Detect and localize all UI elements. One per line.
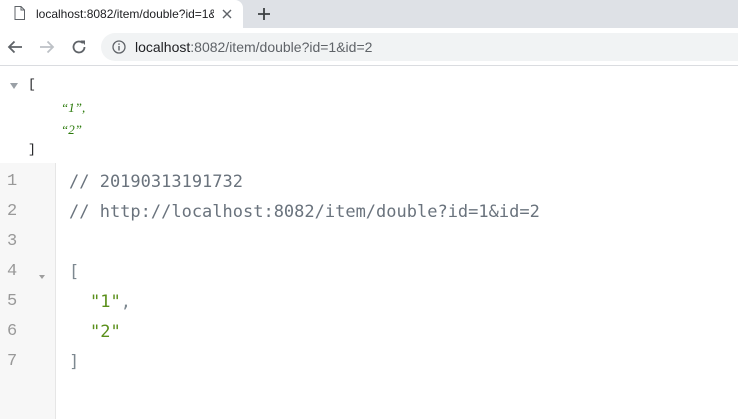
- code-line-string: "1",: [90, 287, 131, 317]
- line-number: 3: [7, 232, 18, 251]
- json-string: "1": [90, 292, 121, 312]
- url-path: :8082/item/double?id=1&id=2: [190, 39, 373, 55]
- plus-icon[interactable]: [254, 4, 274, 24]
- browser-tab[interactable]: localhost:8082/item/double?id=1&id=2: [0, 0, 243, 28]
- raw-item: “1”,: [61, 100, 86, 115]
- fold-arrow-icon[interactable]: [38, 268, 46, 279]
- line-number: 1: [7, 172, 18, 191]
- line-number: 7: [7, 352, 18, 371]
- raw-close-bracket: ]: [28, 142, 36, 157]
- code-editor[interactable]: 1 2 3 4 5 6 7 // 20190313191732 // http:…: [0, 163, 738, 419]
- tab-strip: localhost:8082/item/double?id=1&id=2: [0, 0, 738, 28]
- line-gutter: 1 2 3 4 5 6 7: [0, 163, 56, 419]
- line-number: 2: [7, 202, 18, 221]
- browser-toolbar: localhost:8082/item/double?id=1&id=2: [0, 28, 738, 66]
- tab-title: localhost:8082/item/double?id=1&id=2: [36, 7, 214, 21]
- json-comma: ,: [120, 292, 131, 312]
- code-line-close-bracket: ]: [69, 352, 80, 372]
- code-line-comment: // http://localhost:8082/item/double?id=…: [69, 202, 540, 222]
- code-line-comment: // 20190313191732: [69, 172, 243, 192]
- url-host: localhost: [135, 39, 191, 55]
- address-bar[interactable]: localhost:8082/item/double?id=1&id=2: [101, 33, 738, 61]
- raw-item: “2”: [61, 122, 82, 137]
- triangle-down-icon[interactable]: [9, 80, 19, 90]
- json-string: "2": [90, 322, 121, 342]
- info-icon[interactable]: [112, 40, 126, 54]
- document-icon: [14, 6, 25, 20]
- reload-icon[interactable]: [69, 37, 89, 57]
- raw-open-bracket: [: [28, 77, 36, 92]
- arrow-right-icon[interactable]: [37, 37, 57, 57]
- line-number: 4: [7, 262, 18, 281]
- raw-json-view: [ “1”, “2” ]: [0, 72, 738, 162]
- close-icon[interactable]: [219, 6, 235, 22]
- line-number: 5: [7, 292, 18, 311]
- code-line-open-bracket: [: [69, 262, 80, 282]
- line-number: 6: [7, 322, 18, 341]
- arrow-left-icon[interactable]: [5, 37, 25, 57]
- code-line-string: "2": [90, 317, 121, 347]
- url-text[interactable]: localhost:8082/item/double?id=1&id=2: [135, 39, 372, 55]
